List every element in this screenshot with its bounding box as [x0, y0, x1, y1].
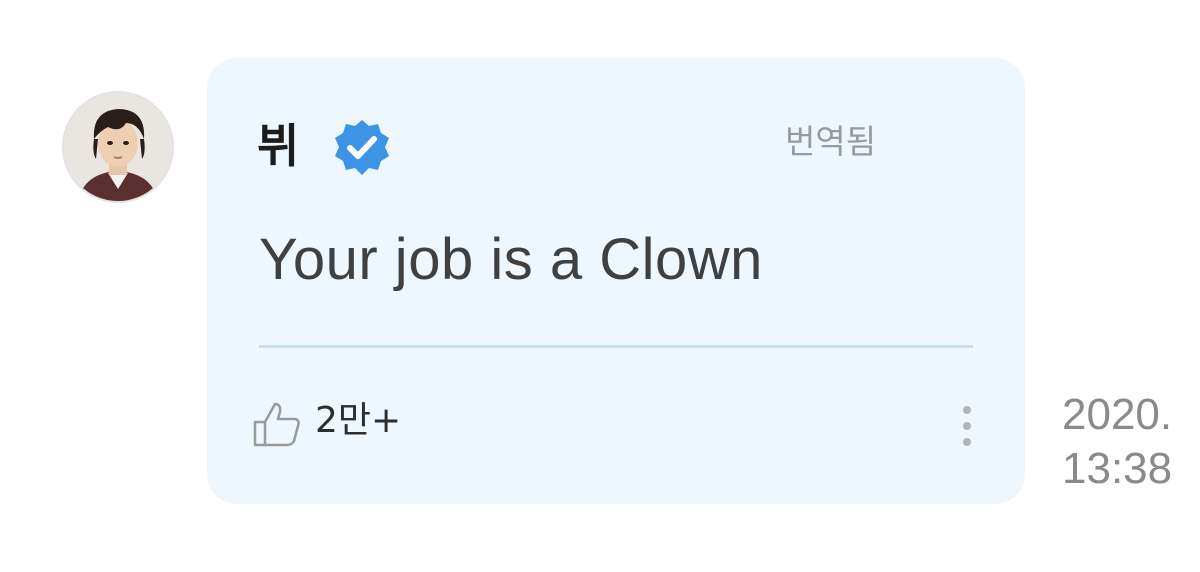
divider [259, 345, 973, 348]
like-count: 2만+ [315, 400, 402, 441]
more-vertical-icon[interactable] [955, 404, 979, 452]
comment-time: 13:38 [1062, 444, 1173, 493]
author-avatar[interactable] [62, 91, 174, 203]
comment-bubble: 뷔 번역됨 Your job is a Clown 2만+ [207, 58, 1025, 504]
author-name[interactable]: 뷔 [257, 116, 299, 176]
comment-date: 2020. [1062, 390, 1173, 439]
avatar-image [64, 93, 172, 201]
translated-label[interactable]: 번역됨 [785, 120, 876, 164]
thumbs-up-icon[interactable] [251, 400, 303, 448]
comment-text: Your job is a Clown [259, 227, 763, 292]
comment-timestamp: 2020. 13:38 [1062, 388, 1200, 496]
verified-badge-icon [335, 120, 389, 175]
